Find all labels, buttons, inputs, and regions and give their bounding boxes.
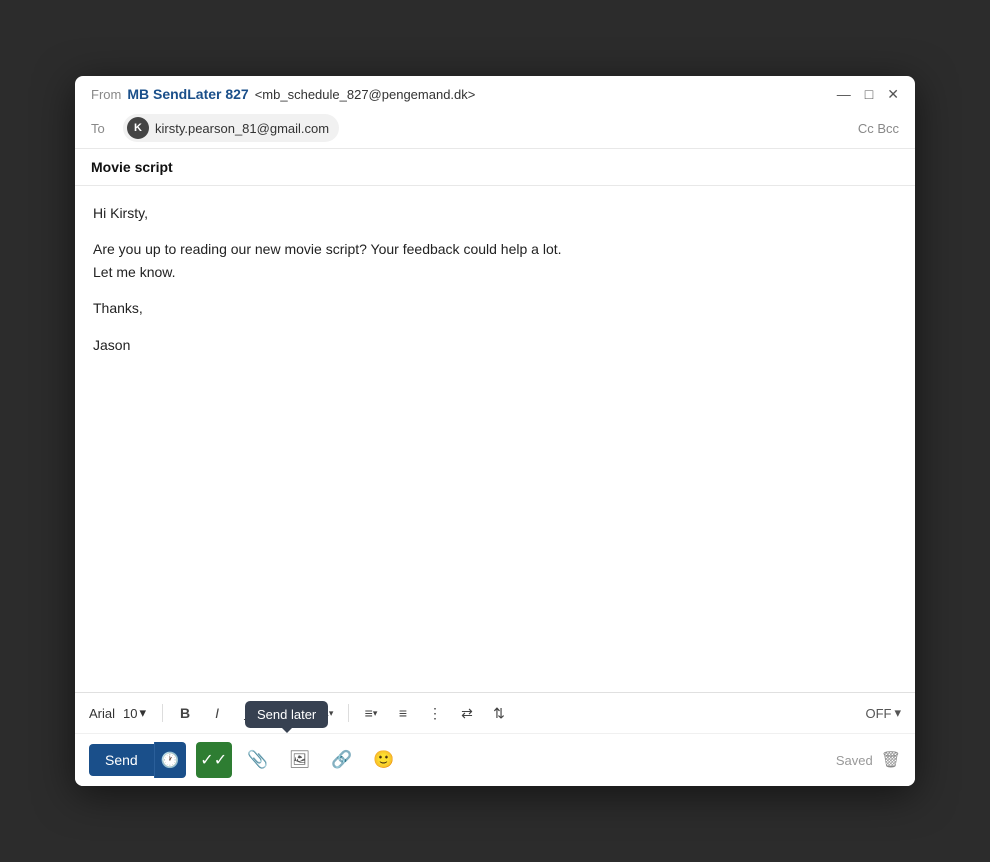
from-section: From MB SendLater 827 <mb_schedule_827@p… bbox=[91, 86, 475, 102]
trash-icon: 🗑 bbox=[881, 750, 901, 770]
paperclip-icon: 📎 bbox=[247, 750, 268, 770]
align-button[interactable]: ≡▾ bbox=[357, 699, 385, 727]
minimize-button[interactable]: — bbox=[837, 87, 851, 101]
delete-button[interactable]: 🗑 bbox=[881, 750, 901, 770]
ordered-list-button[interactable]: ≡ bbox=[389, 699, 417, 727]
from-label: From bbox=[91, 87, 121, 102]
send-label: Send bbox=[105, 752, 138, 768]
unordered-list-button[interactable]: ⋮ bbox=[421, 699, 449, 727]
avatar: K bbox=[127, 117, 149, 139]
spell-check-toggle[interactable]: OFF ▾ bbox=[865, 705, 901, 721]
saved-text: Saved bbox=[836, 753, 873, 768]
font-size-value: 10 bbox=[123, 706, 137, 721]
indent-decrease-button[interactable]: ⇄ bbox=[453, 699, 481, 727]
action-bar: Send later Send 🕐 ✓✓ 📎 🖼 🔗 bbox=[75, 734, 915, 786]
compose-window: From MB SendLater 827 <mb_schedule_827@p… bbox=[75, 76, 915, 786]
link-button[interactable]: 🔗 bbox=[326, 744, 358, 776]
to-label: To bbox=[91, 121, 115, 136]
body-line2: Are you up to reading our new movie scri… bbox=[93, 241, 562, 257]
off-label-text: OFF bbox=[865, 706, 891, 721]
sender-email: <mb_schedule_827@pengemand.dk> bbox=[255, 87, 476, 102]
title-bar: From MB SendLater 827 <mb_schedule_827@p… bbox=[75, 76, 915, 108]
body-content: Are you up to reading our new movie scri… bbox=[93, 238, 897, 283]
check-icon: ✓✓ bbox=[200, 750, 227, 770]
font-size-dropdown-icon[interactable]: ▾ bbox=[139, 705, 146, 721]
tooltip-text: Send later bbox=[257, 707, 316, 722]
send-button[interactable]: Send bbox=[89, 744, 154, 776]
formatting-bar: Arial 10 ▾ B I U A▾ A▾ ≡▾ ≡ ⋮ ⇄ ⇅ OFF ▾ bbox=[75, 693, 915, 734]
image-button[interactable]: 🖼 bbox=[284, 744, 316, 776]
body-thanks: Thanks, bbox=[93, 297, 897, 319]
body-greeting: Hi Kirsty, bbox=[93, 202, 897, 224]
body-line3: Let me know. bbox=[93, 264, 176, 280]
bold-button[interactable]: B bbox=[171, 699, 199, 727]
italic-button[interactable]: I bbox=[203, 699, 231, 727]
saved-area: Saved 🗑 bbox=[836, 750, 901, 770]
cc-bcc-button[interactable]: Cc Bcc bbox=[858, 121, 899, 136]
font-name: Arial bbox=[89, 706, 115, 721]
to-row: To K kirsty.pearson_81@gmail.com Cc Bcc bbox=[75, 108, 915, 149]
font-size-control[interactable]: 10 ▾ bbox=[123, 705, 146, 721]
subject-text: Movie script bbox=[91, 159, 173, 175]
send-button-group: Send 🕐 bbox=[89, 742, 186, 778]
attach-button[interactable]: 📎 bbox=[242, 744, 274, 776]
emoji-button[interactable]: 🙂 bbox=[368, 744, 400, 776]
clock-icon: 🕐 bbox=[161, 751, 180, 769]
maximize-button[interactable]: □ bbox=[865, 87, 873, 101]
emoji-icon: 🙂 bbox=[373, 750, 394, 770]
image-icon: 🖼 bbox=[289, 750, 311, 770]
toolbar-area: Arial 10 ▾ B I U A▾ A▾ ≡▾ ≡ ⋮ ⇄ ⇅ OFF ▾ bbox=[75, 692, 915, 786]
separator bbox=[348, 704, 349, 722]
recipient-email: kirsty.pearson_81@gmail.com bbox=[155, 121, 329, 136]
subject-row: Movie script bbox=[75, 149, 915, 186]
sender-name: MB SendLater 827 bbox=[127, 86, 248, 102]
close-button[interactable]: ✕ bbox=[887, 87, 899, 101]
email-body[interactable]: Hi Kirsty, Are you up to reading our new… bbox=[75, 186, 915, 692]
send-later-button[interactable]: 🕐 bbox=[154, 742, 186, 778]
window-controls: — □ ✕ bbox=[837, 87, 899, 101]
send-later-tooltip: Send later bbox=[245, 701, 328, 728]
check-button[interactable]: ✓✓ bbox=[196, 742, 232, 778]
indent-increase-button[interactable]: ⇅ bbox=[485, 699, 513, 727]
body-name: Jason bbox=[93, 334, 897, 356]
separator bbox=[162, 704, 163, 722]
recipient-chip[interactable]: K kirsty.pearson_81@gmail.com bbox=[123, 114, 339, 142]
off-dropdown-icon: ▾ bbox=[894, 705, 901, 721]
link-icon: 🔗 bbox=[331, 750, 352, 770]
